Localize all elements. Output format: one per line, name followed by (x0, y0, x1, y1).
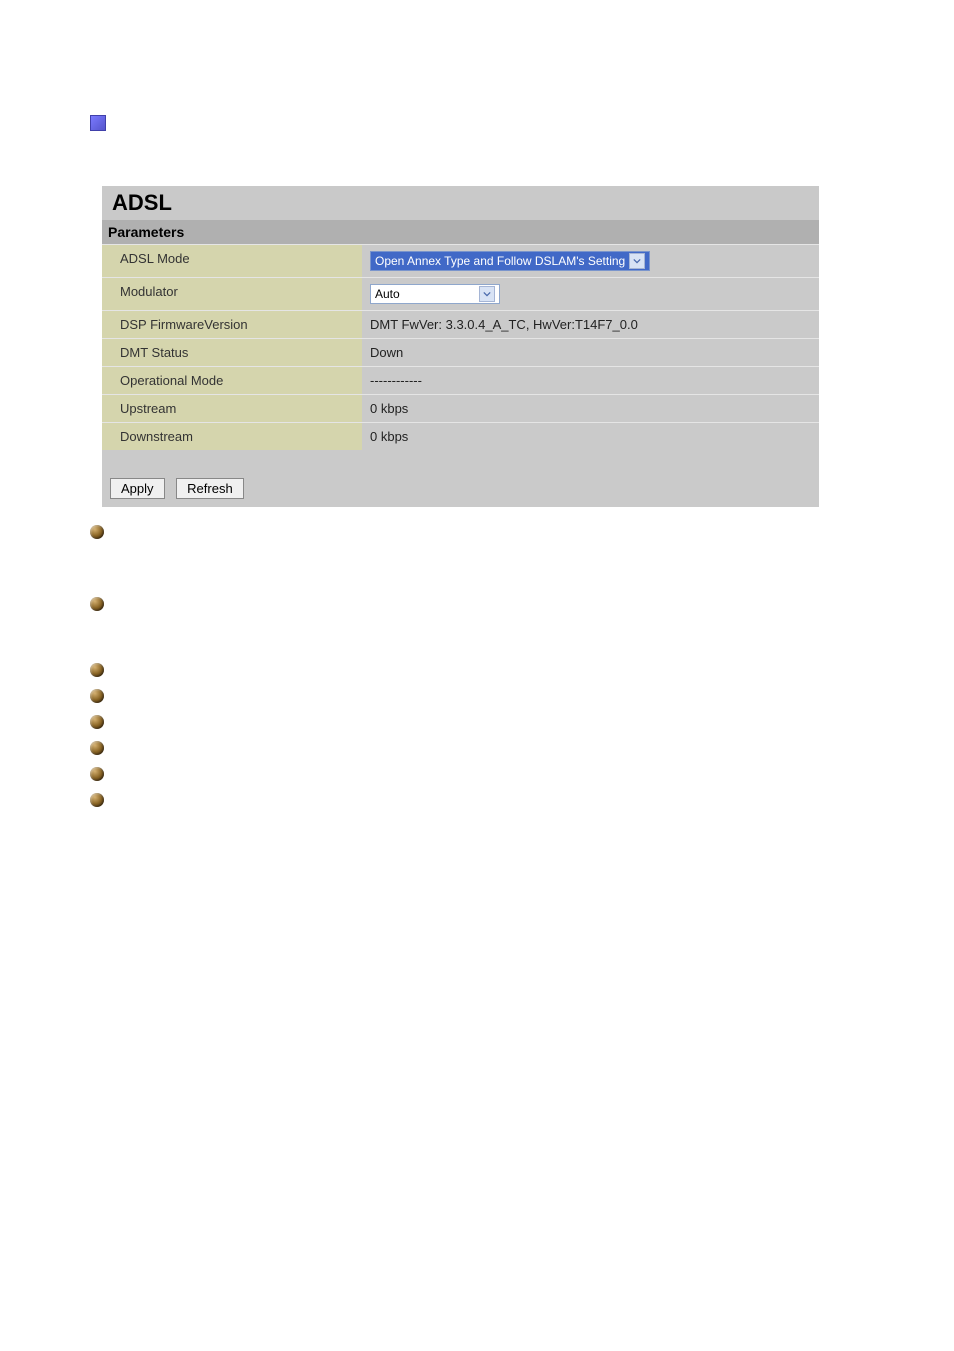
bullet-icon (90, 741, 104, 755)
bullet-icon (90, 663, 104, 677)
param-value: 0 kbps (362, 395, 819, 422)
param-label: Operational Mode (102, 367, 362, 394)
chevron-down-icon (629, 253, 645, 269)
param-row-dsp-firmware: DSP FirmwareVersion DMT FwVer: 3.3.0.4_A… (102, 310, 819, 338)
param-label: DMT Status (102, 339, 362, 366)
param-row-downstream: Downstream 0 kbps (102, 422, 819, 450)
chevron-down-icon (479, 286, 495, 302)
param-row-modulator: Modulator Auto (102, 277, 819, 310)
param-value: Open Annex Type and Follow DSLAM's Setti… (362, 245, 819, 277)
select-value: Auto (375, 287, 400, 301)
adsl-mode-select[interactable]: Open Annex Type and Follow DSLAM's Setti… (370, 251, 650, 271)
param-row-adsl-mode: ADSL Mode Open Annex Type and Follow DSL… (102, 244, 819, 277)
bullet-icon (90, 715, 104, 729)
param-value: Auto (362, 278, 819, 310)
parameters-header: Parameters (102, 220, 819, 244)
param-label: Upstream (102, 395, 362, 422)
select-value: Open Annex Type and Follow DSLAM's Setti… (375, 254, 625, 268)
param-label: Modulator (102, 278, 362, 310)
param-label: DSP FirmwareVersion (102, 311, 362, 338)
bullet-icon (90, 793, 104, 807)
apply-button[interactable]: Apply (110, 478, 165, 499)
bullet-icon (90, 597, 104, 611)
bullet-icon (90, 689, 104, 703)
param-value: ------------ (362, 367, 819, 394)
param-value: Down (362, 339, 819, 366)
bullet-icon (90, 525, 104, 539)
param-value: 0 kbps (362, 423, 819, 450)
refresh-button[interactable]: Refresh (176, 478, 244, 499)
adsl-panel: ADSL Parameters ADSL Mode Open Annex Typ… (102, 186, 819, 507)
param-row-operational-mode: Operational Mode ------------ (102, 366, 819, 394)
param-label: ADSL Mode (102, 245, 362, 277)
param-value: DMT FwVer: 3.3.0.4_A_TC, HwVer:T14F7_0.0 (362, 311, 819, 338)
decorative-square-icon (90, 115, 106, 131)
modulator-select[interactable]: Auto (370, 284, 500, 304)
param-label: Downstream (102, 423, 362, 450)
param-row-upstream: Upstream 0 kbps (102, 394, 819, 422)
bullet-icon (90, 767, 104, 781)
param-row-dmt-status: DMT Status Down (102, 338, 819, 366)
panel-title: ADSL (102, 186, 819, 220)
button-row: Apply Refresh (102, 450, 819, 507)
bullet-list (90, 525, 954, 807)
